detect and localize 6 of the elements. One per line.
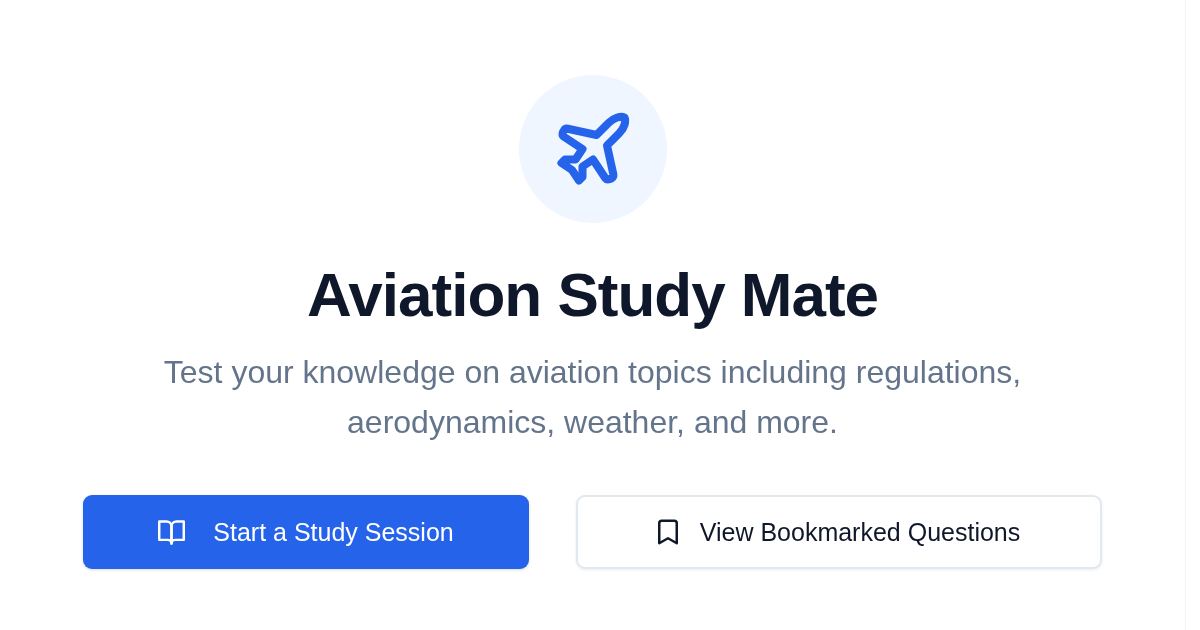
app-description: Test your knowledge on aviation topics including regulations, aerodynamics, weather, and more. bbox=[162, 353, 1023, 442]
book-icon bbox=[158, 519, 186, 545]
bookmark-icon bbox=[657, 519, 678, 545]
app-title: Aviation Study Mate bbox=[306, 259, 879, 331]
start-session-button[interactable]: Start a Study Session bbox=[83, 495, 529, 569]
bookmarks-button[interactable]: View Bookmarked Questions bbox=[576, 495, 1102, 569]
